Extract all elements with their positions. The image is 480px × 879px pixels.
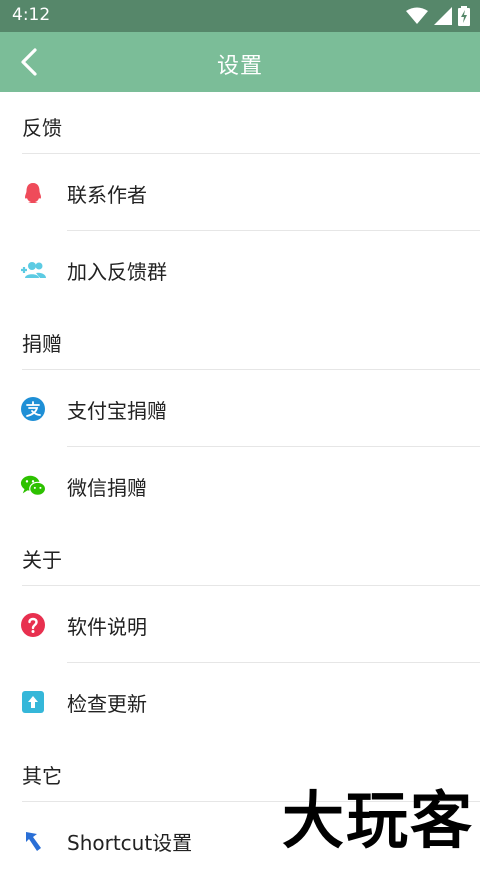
watermark-logo: 大玩客 xyxy=(281,784,474,857)
settings-item-join-feedback-group[interactable]: 加入反馈群 xyxy=(0,231,480,308)
settings-item-check-update[interactable]: 检查更新 xyxy=(0,663,480,740)
section-header-about: 关于 xyxy=(22,524,480,586)
item-label: 联系作者 xyxy=(67,183,147,207)
shortcut-icon xyxy=(26,832,41,851)
section-header-donate: 捐赠 xyxy=(22,308,480,370)
settings-item-software-description[interactable]: 软件说明 xyxy=(0,586,480,663)
settings-item-alipay-donate[interactable]: 支付宝捐赠 xyxy=(0,370,480,447)
settings-list: 反馈 联系作者 加入反馈群 捐赠 支付宝捐赠 微信捐赠 关于 软件说明 检查更新… xyxy=(0,92,480,879)
wechat-icon xyxy=(20,475,46,496)
item-label: Shortcut设置 xyxy=(67,831,193,855)
section-title: 关于 xyxy=(22,548,62,572)
section-title: 其它 xyxy=(22,764,62,788)
item-label: 微信捐赠 xyxy=(67,476,147,500)
help-icon xyxy=(21,613,45,637)
status-bar: 4:12 xyxy=(0,0,480,32)
add-group-icon xyxy=(21,262,46,278)
item-label: 支付宝捐赠 xyxy=(67,399,167,423)
section-header-feedback: 反馈 xyxy=(22,92,480,154)
settings-item-wechat-donate[interactable]: 微信捐赠 xyxy=(0,447,480,524)
cellular-signal-icon xyxy=(434,7,452,25)
item-label: 检查更新 xyxy=(67,692,147,716)
settings-item-contact-author[interactable]: 联系作者 xyxy=(0,154,480,231)
item-label: 加入反馈群 xyxy=(67,260,167,284)
alipay-icon xyxy=(21,397,45,421)
update-icon xyxy=(22,691,44,713)
system-icons xyxy=(406,6,470,26)
page-title: 设置 xyxy=(216,54,263,79)
app-bar: 设置 xyxy=(0,32,480,92)
item-label: 软件说明 xyxy=(67,615,147,639)
section-title: 反馈 xyxy=(22,116,62,140)
status-time: 4:12 xyxy=(12,5,51,25)
qq-icon xyxy=(25,183,41,203)
section-title: 捐赠 xyxy=(22,332,62,356)
wifi-icon xyxy=(406,7,428,24)
battery-charging-icon xyxy=(458,6,470,26)
